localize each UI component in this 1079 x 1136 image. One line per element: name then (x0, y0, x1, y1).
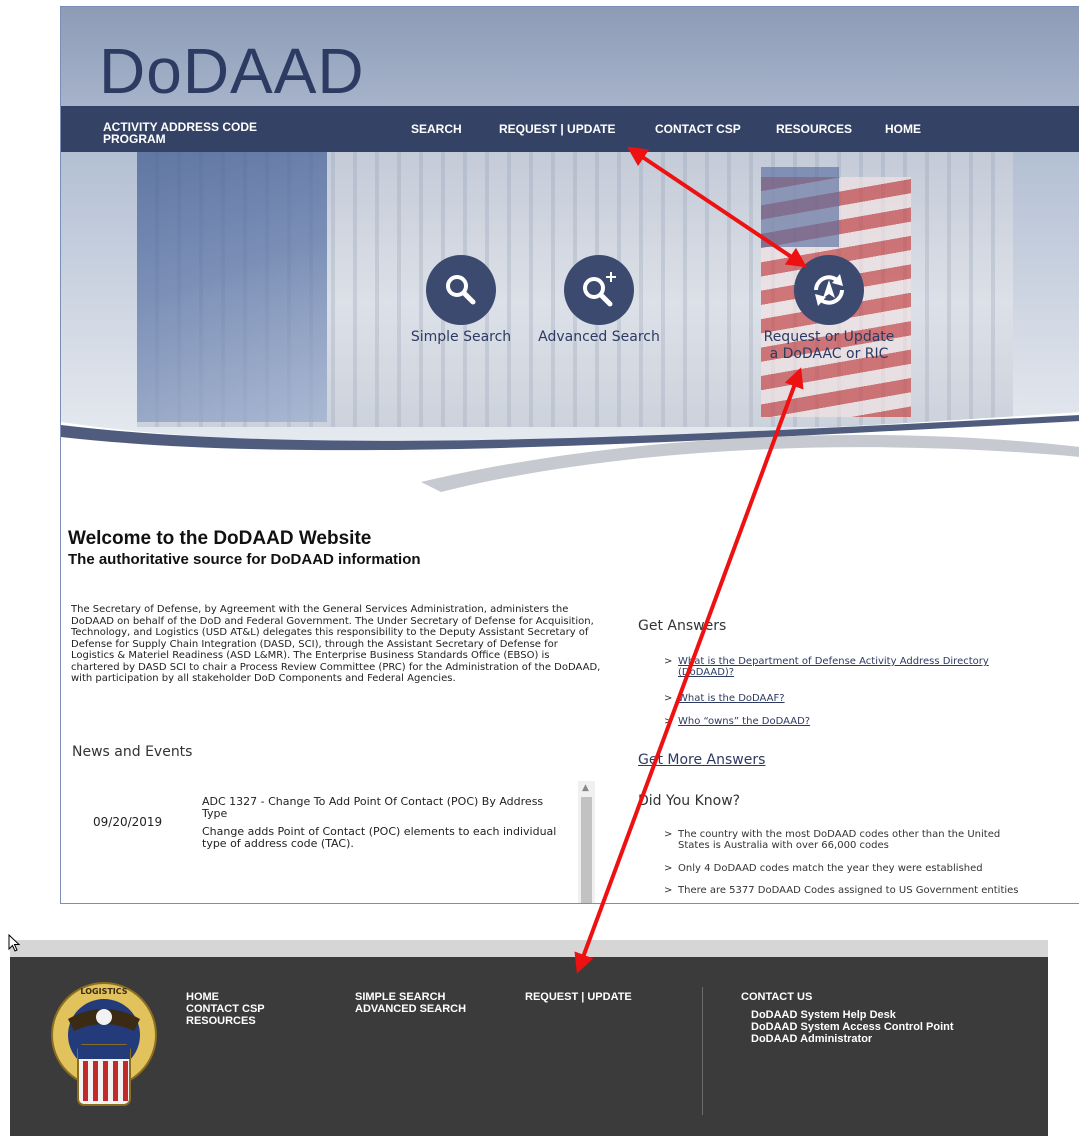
dla-seal-logo: LOGISTICS (51, 982, 157, 1106)
welcome-title: Welcome to the DoDAAD Website (68, 528, 372, 549)
program-name: ACTIVITY ADDRESS CODE PROGRAM (103, 120, 258, 146)
svg-text:LOGISTICS: LOGISTICS (80, 987, 127, 996)
scroll-thumb[interactable] (581, 797, 592, 903)
footer-advanced-search-link[interactable]: ADVANCED SEARCH (355, 1003, 466, 1015)
nav-search[interactable]: SEARCH (411, 122, 462, 136)
faq-link-dodaad[interactable]: What is the Department of Defense Activi… (678, 656, 989, 678)
footer-simple-search-link[interactable]: SIMPLE SEARCH (355, 991, 445, 1003)
nav-contact-csp[interactable]: CONTACT CSP (655, 122, 741, 136)
news-scrollbar[interactable]: ▲ (578, 781, 595, 903)
footer-divider (702, 987, 703, 1115)
chevron-right-icon: > (664, 716, 673, 727)
footer-request-update-link[interactable]: REQUEST | UPDATE (525, 991, 632, 1003)
footer-help-desk-link[interactable]: DoDAAD System Help Desk (751, 1009, 896, 1021)
scroll-up-arrow-icon[interactable]: ▲ (582, 783, 589, 793)
intro-paragraph: The Secretary of Defense, by Agreement w… (71, 604, 601, 684)
faq-link-dodaaf[interactable]: What is the DoDAAF? (678, 693, 785, 704)
news-heading: News and Events (72, 744, 193, 760)
refresh-arrows-icon (814, 274, 844, 306)
welcome-subtitle: The authoritative source for DoDAAD info… (68, 551, 421, 568)
advanced-search-button[interactable] (564, 255, 634, 325)
footer-administrator-link[interactable]: DoDAAD Administrator (751, 1033, 872, 1045)
did-you-know-heading: Did You Know? (638, 793, 741, 809)
site-footer: LOGISTICS HOME CONTACT CSP RESOURCES SIM… (10, 957, 1048, 1136)
browser-viewport: DoDAAD ACTIVITY ADDRESS CODE PROGRAM SEA… (60, 6, 1079, 904)
decorative-swoosh (61, 412, 1079, 497)
advanced-search-label[interactable]: Advanced Search (531, 329, 667, 346)
faq-link-owner[interactable]: Who “owns” the DoDAAD? (678, 716, 810, 727)
chevron-right-icon: > (664, 656, 673, 667)
request-update-button[interactable] (794, 255, 864, 325)
magnifier-icon (446, 275, 476, 305)
chevron-right-icon: > (664, 885, 673, 896)
fact-text: Only 4 DoDAAD codes match the year they … (678, 863, 983, 874)
footer-contact-csp-link[interactable]: CONTACT CSP (186, 1003, 265, 1015)
page-separator (10, 940, 1048, 957)
hero-banner: DoDAAD ACTIVITY ADDRESS CODE PROGRAM SEA… (61, 7, 1079, 497)
news-date: 09/20/2019 (93, 815, 163, 829)
fact-text: The country with the most DoDAAD codes o… (678, 829, 1001, 851)
news-list[interactable]: 09/20/2019 ADC 1327 - Change To Add Poin… (71, 781, 596, 903)
get-more-answers-link[interactable]: Get More Answers (638, 752, 765, 768)
get-answers-heading: Get Answers (638, 618, 727, 634)
footer-home-link[interactable]: HOME (186, 991, 219, 1003)
footer-resources-link[interactable]: RESOURCES (186, 1015, 256, 1027)
flag-left-image (137, 152, 327, 422)
footer-contact-us-heading: CONTACT US (741, 991, 813, 1003)
footer-access-control-link[interactable]: DoDAAD System Access Control Point (751, 1021, 954, 1033)
chevron-right-icon: > (664, 829, 673, 840)
top-nav-bar: ACTIVITY ADDRESS CODE PROGRAM SEARCH REQ… (61, 106, 1079, 152)
request-update-label-line1: Request or Update (763, 329, 895, 345)
nav-resources[interactable]: RESOURCES (776, 122, 852, 136)
simple-search-button[interactable] (426, 255, 496, 325)
nav-home[interactable]: HOME (885, 122, 921, 136)
mouse-pointer-icon (8, 934, 21, 952)
nav-request-update[interactable]: REQUEST | UPDATE (499, 122, 615, 136)
request-update-label-line2: a DoDAAC or RIC (769, 346, 889, 362)
news-description: Change adds Point of Contact (POC) eleme… (202, 825, 557, 850)
chevron-right-icon: > (664, 863, 673, 874)
request-update-label[interactable]: Request or Update a DoDAAC or RIC (749, 329, 909, 363)
news-title[interactable]: ADC 1327 - Change To Add Point Of Contac… (202, 796, 562, 820)
chevron-right-icon: > (664, 693, 673, 704)
fact-text: There are 5377 DoDAAD Codes assigned to … (678, 885, 1019, 896)
site-logo[interactable]: DoDAAD (99, 39, 365, 103)
magnifier-plus-icon (583, 272, 616, 307)
simple-search-label[interactable]: Simple Search (406, 329, 516, 346)
flag-canton-image (761, 167, 839, 247)
